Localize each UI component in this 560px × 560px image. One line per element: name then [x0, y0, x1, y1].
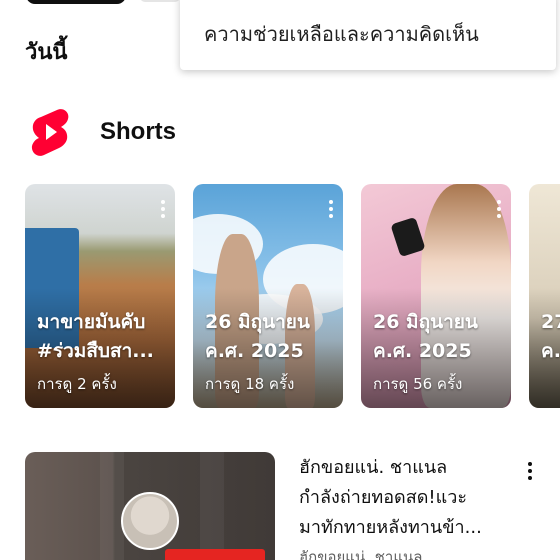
short-views: การดู 2 ครั้ง	[37, 375, 117, 393]
more-vert-icon[interactable]	[329, 200, 333, 218]
short-card[interactable]: 26 มิถุนายน ค.ศ. 2025 การดู 18 ครั้ง	[193, 184, 343, 408]
video-channel: ฮักขอยแน่. ชาแนล	[299, 548, 423, 560]
video-thumbnail[interactable]	[25, 452, 275, 560]
short-views: การดู 18 ครั้ง	[205, 375, 295, 393]
short-card[interactable]: 26 มิถุนายน ค.ศ. 2025 การดู 56 ครั้ง	[361, 184, 511, 408]
top-chip-light[interactable]	[140, 0, 180, 2]
shorts-shelf: มาขายมันคับ #ร่วมสืบสา... การดู 2 ครั้ง …	[25, 184, 560, 408]
more-vert-icon[interactable]	[497, 200, 501, 218]
video-meta[interactable]: ฮักขอยแน่. ชาแนล กำลังถ่ายทอดสด!แวะ มาทั…	[299, 453, 514, 560]
short-title: 27 ค.	[541, 311, 560, 362]
top-chip-dark[interactable]	[26, 0, 126, 4]
short-title: มาขายมันคับ #ร่วมสืบสา...	[37, 311, 154, 362]
menu-item-help-feedback[interactable]: ความช่วยเหลือและความคิดเห็น	[204, 18, 479, 50]
live-badge	[165, 549, 265, 560]
short-views: การดู 56 ครั้ง	[373, 375, 463, 393]
overflow-menu: ความช่วยเหลือและความคิดเห็น	[180, 0, 556, 70]
more-vert-icon[interactable]	[528, 462, 532, 480]
channel-avatar	[121, 492, 179, 550]
more-vert-icon[interactable]	[161, 200, 165, 218]
short-title: 26 มิถุนายน ค.ศ. 2025	[205, 311, 310, 362]
shorts-title: Shorts	[100, 118, 177, 145]
section-title-today: วันนี้	[25, 40, 68, 65]
short-card[interactable]: มาขายมันคับ #ร่วมสืบสา... การดู 2 ครั้ง	[25, 184, 175, 408]
shorts-header: Shorts	[30, 106, 176, 158]
short-title: 26 มิถุนายน ค.ศ. 2025	[373, 311, 478, 362]
short-card[interactable]: 27 ค.	[529, 184, 560, 408]
youtube-shorts-logo-icon	[31, 109, 69, 156]
video-title: ฮักขอยแน่. ชาแนล กำลังถ่ายทอดสด!แวะ มาทั…	[299, 457, 482, 538]
